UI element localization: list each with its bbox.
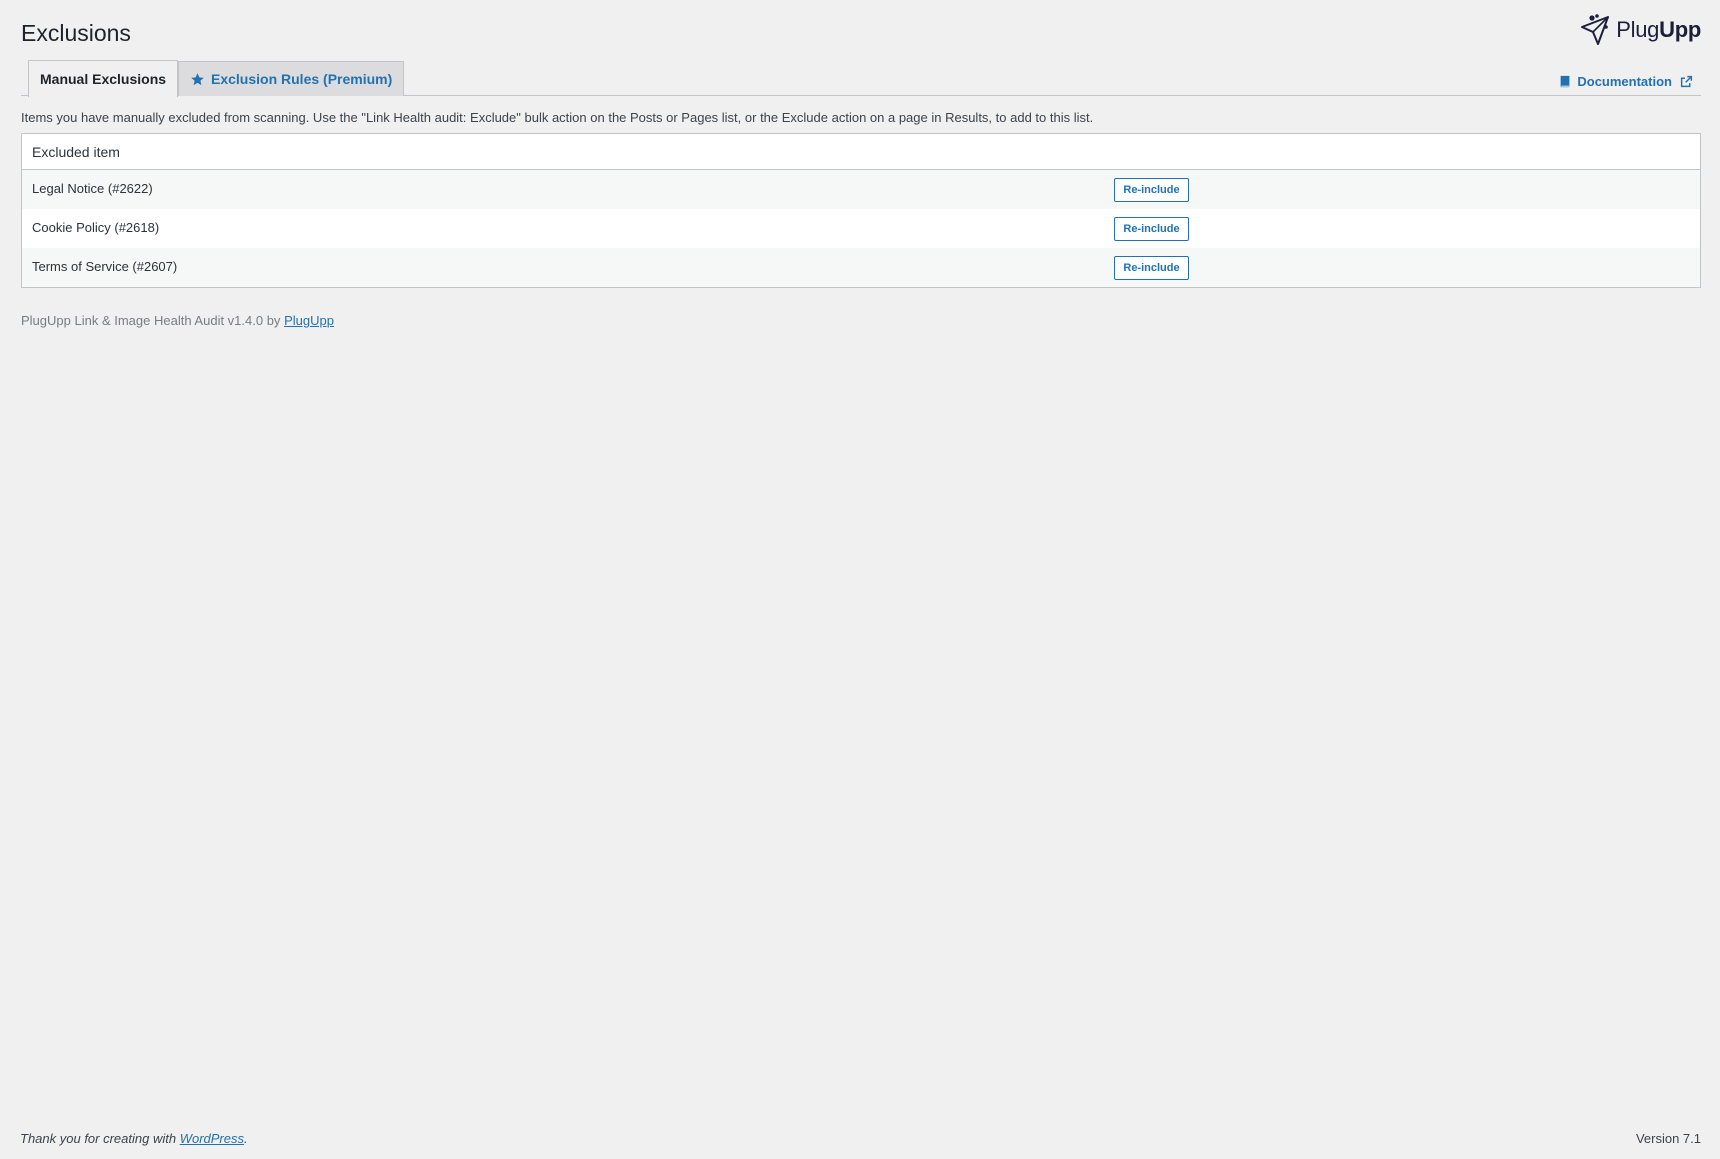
brand-name: PlugUpp: [1616, 14, 1701, 46]
plugupp-link[interactable]: PlugUpp: [284, 313, 334, 328]
documentation-link[interactable]: Documentation: [1558, 74, 1693, 89]
external-link-icon: [1680, 75, 1693, 88]
documentation-label: Documentation: [1577, 74, 1672, 89]
table-body: Legal Notice (#2622) Re-include Cookie P…: [22, 170, 1700, 287]
tab-exclusion-rules-premium[interactable]: Exclusion Rules (Premium): [178, 61, 405, 96]
page-title: Exclusions: [21, 20, 131, 46]
re-include-button[interactable]: Re-include: [1114, 178, 1189, 202]
wp-footer-thanks: Thank you for creating with WordPress.: [20, 1131, 248, 1146]
plugin-footer-text: PlugUpp Link & Image Health Audit v1.4.0…: [21, 313, 281, 328]
table-row: Terms of Service (#2607) Re-include: [22, 248, 1700, 287]
excluded-item-label: Legal Notice (#2622): [32, 181, 153, 196]
brand-name-bold: Upp: [1659, 17, 1701, 42]
plugupp-logo-icon: [1578, 13, 1612, 47]
table-header: Excluded item: [22, 134, 1700, 170]
tab-label: Manual Exclusions: [40, 71, 167, 87]
re-include-button[interactable]: Re-include: [1114, 217, 1189, 241]
re-include-button[interactable]: Re-include: [1114, 256, 1189, 280]
table-row: Legal Notice (#2622) Re-include: [22, 170, 1700, 209]
intro-text: Items you have manually excluded from sc…: [21, 110, 1094, 125]
wordpress-link[interactable]: WordPress: [180, 1131, 244, 1146]
brand-logo: PlugUpp: [1578, 14, 1701, 46]
table-row: Cookie Policy (#2618) Re-include: [22, 209, 1700, 248]
tab-bar: Manual Exclusions Exclusion Rules (Premi…: [21, 60, 1701, 97]
excluded-item-label: Cookie Policy (#2618): [32, 220, 160, 235]
exclusions-table: Excluded item Legal Notice (#2622) Re-in…: [21, 133, 1701, 288]
footer-thanks-suffix: .: [244, 1131, 248, 1146]
brand-name-light: Plug: [1616, 17, 1660, 42]
wp-footer-version: Version 7.1: [1635, 1131, 1701, 1146]
column-header-excluded-item: Excluded item: [32, 143, 120, 160]
star-icon: [190, 72, 205, 87]
tab-label: Exclusion Rules (Premium): [211, 71, 393, 87]
footer-thanks-text: Thank you for creating with: [20, 1131, 177, 1146]
book-icon: [1558, 75, 1572, 89]
tab-manual-exclusions[interactable]: Manual Exclusions: [28, 60, 179, 97]
excluded-item-label: Terms of Service (#2607): [32, 259, 178, 274]
plugin-footer: PlugUpp Link & Image Health Audit v1.4.0…: [21, 313, 334, 328]
